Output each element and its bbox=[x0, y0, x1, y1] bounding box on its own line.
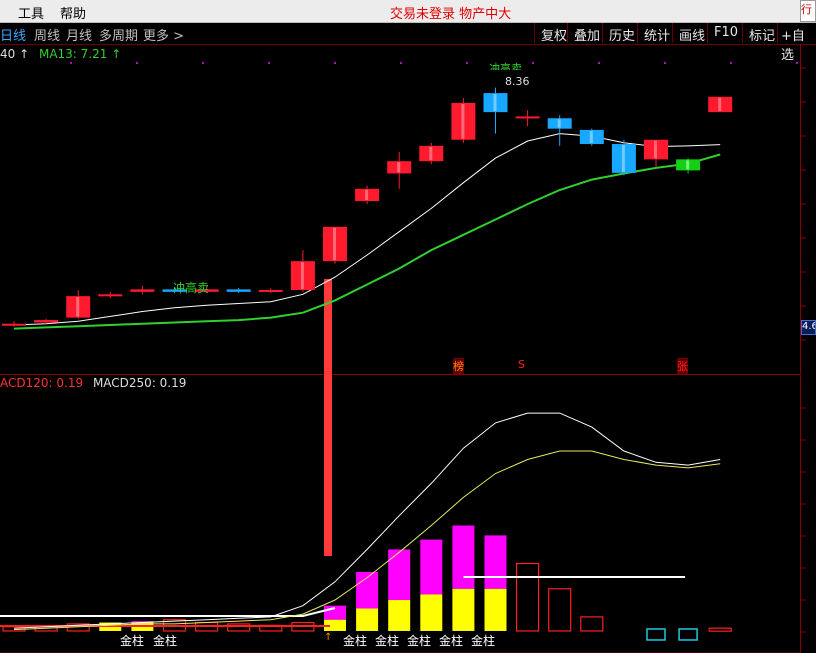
stock-chart[interactable] bbox=[0, 0, 816, 653]
macd-bar-yellow bbox=[388, 600, 411, 631]
ma13-line bbox=[13, 153, 721, 330]
candle-body bbox=[2, 323, 26, 326]
macd-bar-yellow bbox=[420, 594, 443, 631]
candle-highlight bbox=[493, 94, 497, 112]
candle-body bbox=[130, 289, 155, 292]
macd-bar-magenta bbox=[388, 549, 411, 601]
signal-bar bbox=[324, 279, 332, 556]
golden-marker: ↑ bbox=[324, 632, 333, 643]
candle-highlight bbox=[718, 97, 722, 112]
macd-panel bbox=[0, 412, 732, 641]
grid-dot bbox=[730, 62, 732, 64]
candle-highlight bbox=[621, 145, 625, 172]
candle-body bbox=[226, 289, 251, 292]
grid-dot bbox=[466, 62, 468, 64]
candle-highlight bbox=[365, 189, 369, 201]
grid-dot bbox=[598, 62, 600, 64]
grid-dot bbox=[70, 62, 72, 64]
price-panel bbox=[2, 87, 733, 330]
grid-dot bbox=[796, 62, 798, 64]
candle-highlight bbox=[333, 227, 336, 261]
macd-bar-hollow bbox=[227, 623, 251, 632]
grid-dot bbox=[334, 62, 336, 64]
chonggao-annotation: 冲高卖 bbox=[173, 281, 210, 295]
grid-dot bbox=[202, 62, 204, 64]
candle-highlight bbox=[654, 140, 657, 159]
grid-dot bbox=[664, 62, 666, 64]
candle-highlight bbox=[76, 297, 80, 317]
marker-bang: 榜 bbox=[453, 358, 464, 374]
golden-label: 金柱 bbox=[375, 634, 400, 648]
macd-bar-hollow bbox=[708, 627, 732, 632]
golden-label: 金柱 bbox=[153, 634, 178, 648]
macd-bar-magenta bbox=[452, 525, 475, 589]
macd-bar-magenta bbox=[324, 605, 346, 620]
candle-highlight bbox=[686, 160, 690, 170]
macd-bar-yellow bbox=[484, 588, 507, 631]
macd-bar-hollow bbox=[548, 588, 572, 632]
candle-highlight bbox=[429, 146, 433, 161]
candle-body bbox=[515, 116, 540, 119]
candle-body bbox=[98, 294, 123, 297]
high-price-label: 8.36 bbox=[505, 75, 530, 88]
candle-highlight bbox=[461, 103, 465, 139]
grid-dot bbox=[268, 62, 270, 64]
golden-label: 金柱 bbox=[471, 634, 496, 648]
macd-bar-negative bbox=[678, 628, 698, 641]
candle-highlight bbox=[557, 119, 561, 128]
macd-bar-yellow bbox=[356, 608, 379, 631]
macd-bar-hollow bbox=[515, 562, 540, 632]
grid-dot bbox=[532, 62, 534, 64]
marker-zhang: 张 bbox=[677, 358, 688, 374]
candle-body bbox=[258, 290, 283, 292]
golden-label: 金柱 bbox=[120, 634, 145, 648]
grid-dot bbox=[136, 62, 138, 64]
marker-s: S bbox=[518, 358, 525, 371]
signal-bar-rect bbox=[324, 279, 332, 556]
macd-bar-negative bbox=[646, 628, 666, 641]
golden-label: 金柱 bbox=[407, 634, 432, 648]
golden-label: 金柱 bbox=[439, 634, 464, 648]
macd-bar-hollow bbox=[580, 616, 604, 632]
golden-label: 金柱 bbox=[343, 634, 368, 648]
grid-dot bbox=[400, 62, 402, 64]
macd-bar-magenta bbox=[484, 535, 507, 589]
chonggao-top-annotation: 冲高卖 bbox=[489, 62, 522, 70]
candle-highlight bbox=[300, 262, 304, 289]
candle-highlight bbox=[589, 130, 593, 144]
candle-highlight bbox=[397, 162, 401, 173]
macd-bar-yellow bbox=[452, 588, 475, 631]
candle-body bbox=[34, 320, 59, 323]
macd-bar-magenta bbox=[420, 539, 443, 595]
